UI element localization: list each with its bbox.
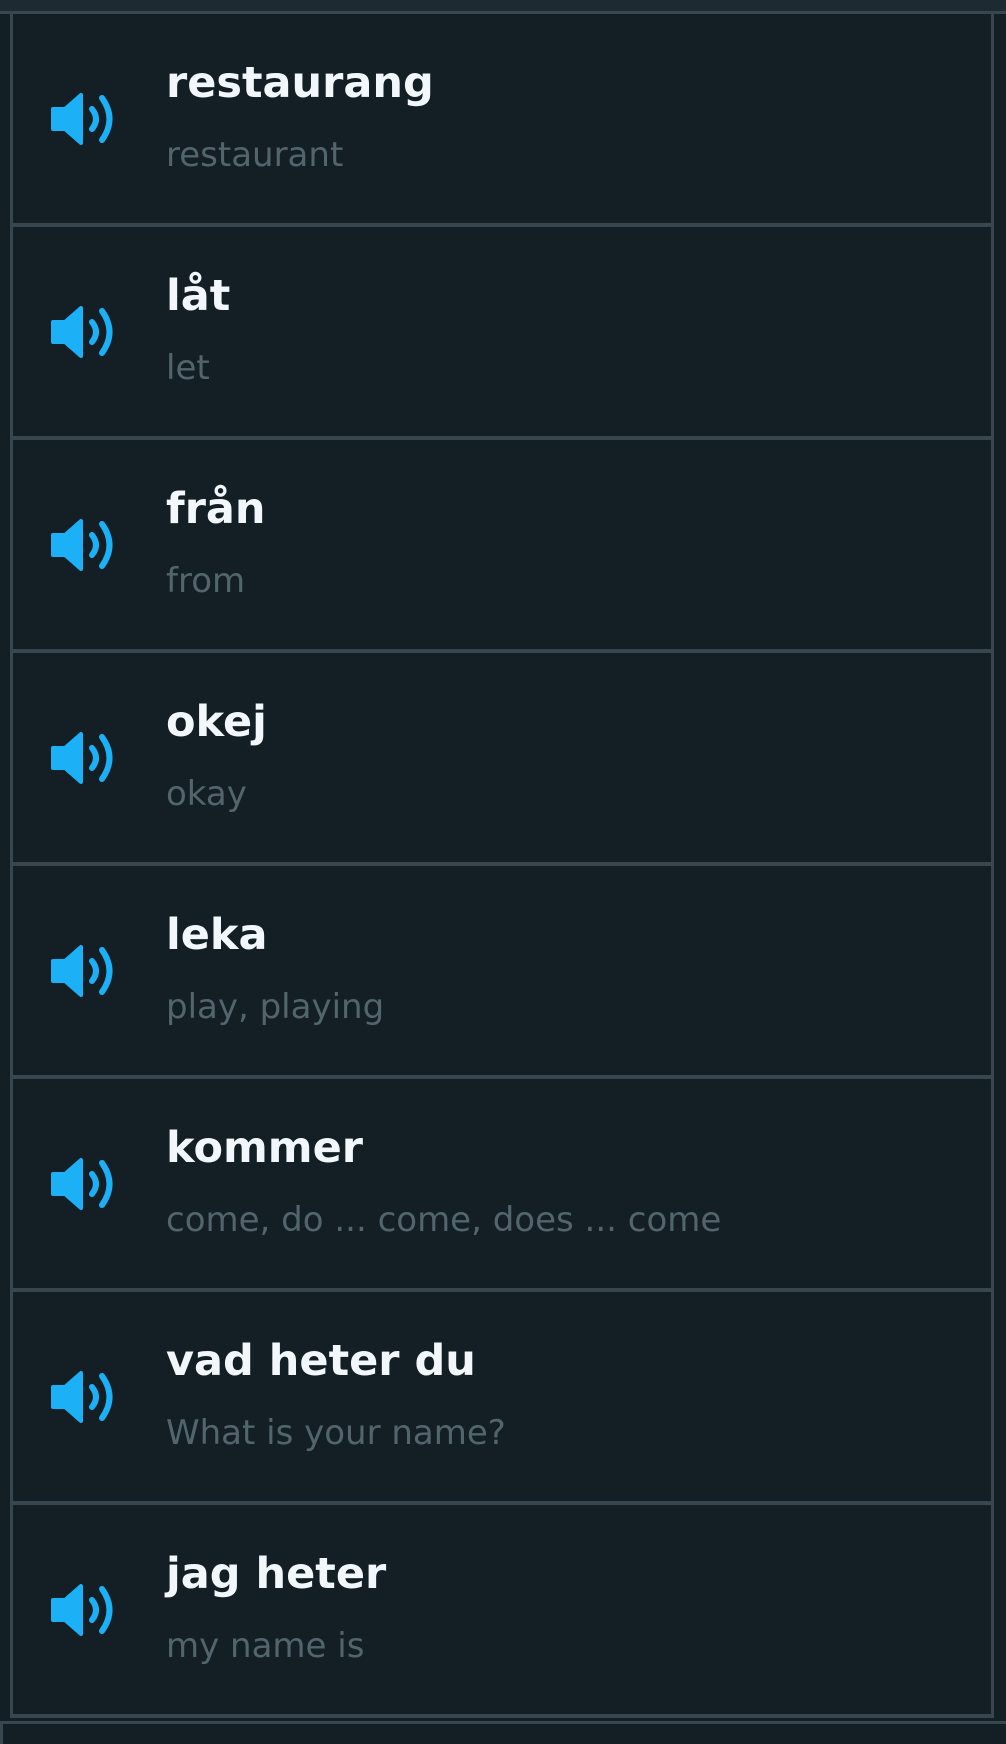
vocab-row[interactable]: kommer come, do ... come, does ... come <box>10 1079 994 1292</box>
vocab-word: från <box>166 484 266 534</box>
speaker-icon[interactable] <box>51 1368 121 1426</box>
vocab-word: vad heter du <box>166 1336 476 1386</box>
vocab-word: leka <box>166 910 268 960</box>
vocab-word: okej <box>166 697 267 747</box>
speaker-icon[interactable] <box>51 1155 121 1213</box>
top-divider <box>0 0 1006 14</box>
next-row-edge <box>0 1721 1006 1744</box>
vocab-row[interactable]: vad heter du What is your name? <box>10 1292 994 1505</box>
speaker-icon[interactable] <box>51 90 121 148</box>
vocab-translation: restaurant <box>166 135 344 175</box>
vocab-translation: come, do ... come, does ... come <box>166 1200 722 1240</box>
vocab-translation: my name is <box>166 1626 365 1666</box>
vocab-word: jag heter <box>166 1549 387 1599</box>
vocab-translation: from <box>166 561 246 601</box>
vocab-translation: What is your name? <box>166 1413 506 1453</box>
vocab-row[interactable]: jag heter my name is <box>10 1505 994 1718</box>
speaker-icon[interactable] <box>51 942 121 1000</box>
vocabulary-list: restaurang restaurant låt let från from … <box>10 14 994 1718</box>
vocab-row[interactable]: restaurang restaurant <box>10 14 994 227</box>
vocab-translation: let <box>166 348 210 388</box>
speaker-icon[interactable] <box>51 303 121 361</box>
vocab-word: restaurang <box>166 58 434 108</box>
speaker-icon[interactable] <box>51 1581 121 1639</box>
vocab-word: kommer <box>166 1123 363 1173</box>
vocab-row[interactable]: från from <box>10 440 994 653</box>
vocab-word: låt <box>166 271 231 321</box>
vocab-row[interactable]: låt let <box>10 227 994 440</box>
vocab-translation: okay <box>166 774 247 814</box>
speaker-icon[interactable] <box>51 729 121 787</box>
vocab-translation: play, playing <box>166 987 385 1027</box>
vocab-row[interactable]: leka play, playing <box>10 866 994 1079</box>
vocab-row[interactable]: okej okay <box>10 653 994 866</box>
speaker-icon[interactable] <box>51 516 121 574</box>
